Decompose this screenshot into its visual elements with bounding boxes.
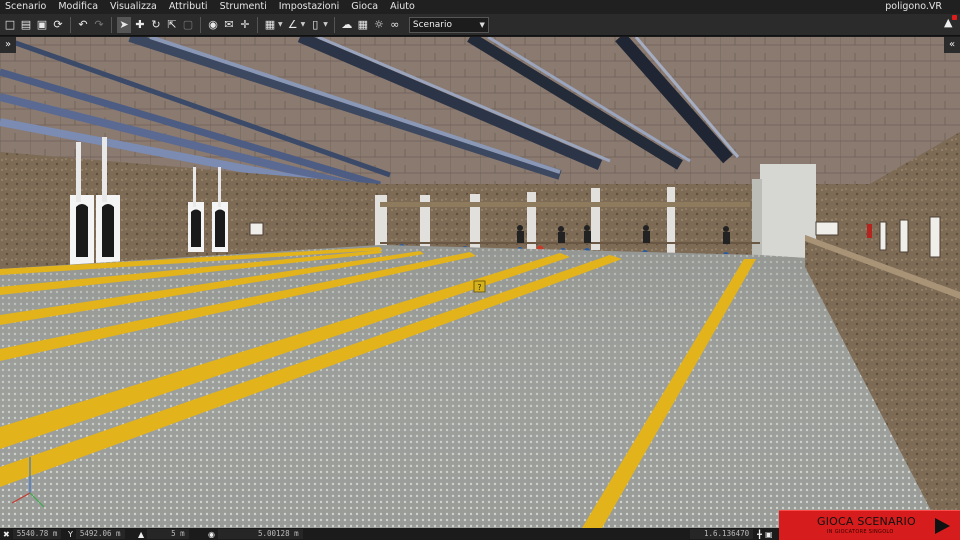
- ruler-icon[interactable]: ▯: [308, 17, 322, 33]
- x-coordinate: ✖ 5540.78 m: [0, 528, 64, 540]
- menu-bar: Scenario Modifica Visualizza Attributi S…: [0, 0, 960, 14]
- crosshair-icon[interactable]: ✛: [238, 17, 252, 33]
- toolbar-divider: [111, 16, 112, 33]
- refresh-icon[interactable]: ⟳: [51, 17, 65, 33]
- y-coordinate: Y 5492.06 m: [64, 528, 134, 540]
- play-icon: [935, 518, 950, 534]
- bounds-icon[interactable]: ▢: [181, 17, 195, 33]
- z-coordinate: ▲ 5 m: [134, 528, 204, 540]
- y-axis-icon: Y: [68, 529, 73, 539]
- menu-impostazioni[interactable]: Impostazioni: [273, 0, 346, 14]
- city-icon[interactable]: ▦: [356, 17, 370, 33]
- mail-icon[interactable]: ✉: [222, 17, 236, 33]
- menu-strumenti[interactable]: Strumenti: [214, 0, 273, 14]
- app-title: poligono.VR: [885, 1, 942, 12]
- notification-dot: [952, 15, 957, 20]
- fire-extinguisher: [867, 224, 872, 238]
- shooting-range-scene: ?: [0, 37, 960, 528]
- time-readout: 1.6.136470 ╋ ▣: [690, 528, 780, 540]
- chevron-down-icon: ▼: [479, 20, 485, 29]
- scenario-select[interactable]: Scenario ▼: [408, 16, 489, 33]
- select-arrow-icon[interactable]: ➤: [117, 16, 131, 33]
- toolbar-divider: [70, 16, 71, 33]
- network-icon[interactable]: ╋: [757, 530, 762, 539]
- y-value: 5492.06 m: [75, 529, 125, 539]
- chevron-down-icon[interactable]: ▼: [278, 21, 283, 28]
- exit-icon[interactable]: ▲: [944, 15, 957, 29]
- move-icon[interactable]: ✚: [133, 17, 147, 33]
- 3d-viewport[interactable]: ?: [0, 37, 960, 528]
- altitude-icon: ▲: [138, 529, 145, 539]
- eye-icon: ◉: [208, 529, 215, 539]
- sun-icon[interactable]: ☼: [372, 17, 386, 33]
- scale-icon[interactable]: ⇱: [165, 17, 179, 33]
- play-scenario-sublabel: IN GIOCATORE SINGOLO: [827, 529, 894, 535]
- menu-attributi[interactable]: Attributi: [163, 0, 214, 14]
- goggles-icon[interactable]: ∞: [388, 17, 402, 33]
- x-axis-icon: ✖: [3, 529, 10, 539]
- view-distance: ◉ 5.00128 m: [204, 528, 314, 540]
- toolbar-divider: [257, 16, 258, 33]
- angle-icon[interactable]: ∠: [286, 17, 300, 33]
- toolbar-divider: [333, 16, 335, 33]
- left-panel-toggle[interactable]: »: [0, 37, 16, 53]
- redo-icon[interactable]: ↷: [92, 17, 106, 33]
- chevron-down-icon[interactable]: ▼: [323, 21, 328, 28]
- grid-icon[interactable]: ▦: [263, 17, 277, 33]
- weather-icon[interactable]: ☁: [340, 17, 354, 33]
- play-scenario-label: GIOCA SCENARIO: [817, 515, 916, 528]
- z-value: 5 m: [147, 529, 189, 539]
- time-value: 1.6.136470: [690, 529, 754, 539]
- menu-modifica[interactable]: Modifica: [52, 0, 104, 14]
- window-icon[interactable]: ▣: [765, 530, 773, 539]
- undo-icon[interactable]: ↶: [76, 17, 90, 33]
- svg-text:?: ?: [477, 283, 481, 292]
- toolbar: □ ▤ ▣ ⟳ ↶ ↷ ➤ ✚ ↻ ⇱ ▢ ◉ ✉ ✛ ▦ ▼ ∠ ▼ ▯ ▼ ☁ ▦…: [0, 14, 960, 36]
- globe-icon[interactable]: ◉: [206, 17, 220, 33]
- chevron-down-icon[interactable]: ▼: [301, 21, 306, 28]
- view-value: 5.00128 m: [217, 529, 303, 539]
- open-folder-icon[interactable]: ▤: [19, 17, 33, 33]
- rotate-icon[interactable]: ↻: [149, 17, 163, 33]
- menu-aiuto[interactable]: Aiuto: [384, 0, 421, 14]
- save-icon[interactable]: ▣: [35, 17, 49, 33]
- menu-visualizza[interactable]: Visualizza: [104, 0, 163, 14]
- menu-scenario[interactable]: Scenario: [0, 0, 52, 14]
- right-panel-toggle[interactable]: «: [944, 37, 960, 53]
- menu-gioca[interactable]: Gioca: [345, 0, 384, 14]
- pillar: [752, 179, 762, 263]
- new-file-icon[interactable]: □: [3, 17, 17, 33]
- toolbar-divider: [200, 16, 201, 33]
- x-value: 5540.78 m: [12, 529, 62, 539]
- play-scenario-button[interactable]: GIOCA SCENARIO IN GIOCATORE SINGOLO: [779, 510, 960, 540]
- scenario-select-value: Scenario: [412, 19, 452, 30]
